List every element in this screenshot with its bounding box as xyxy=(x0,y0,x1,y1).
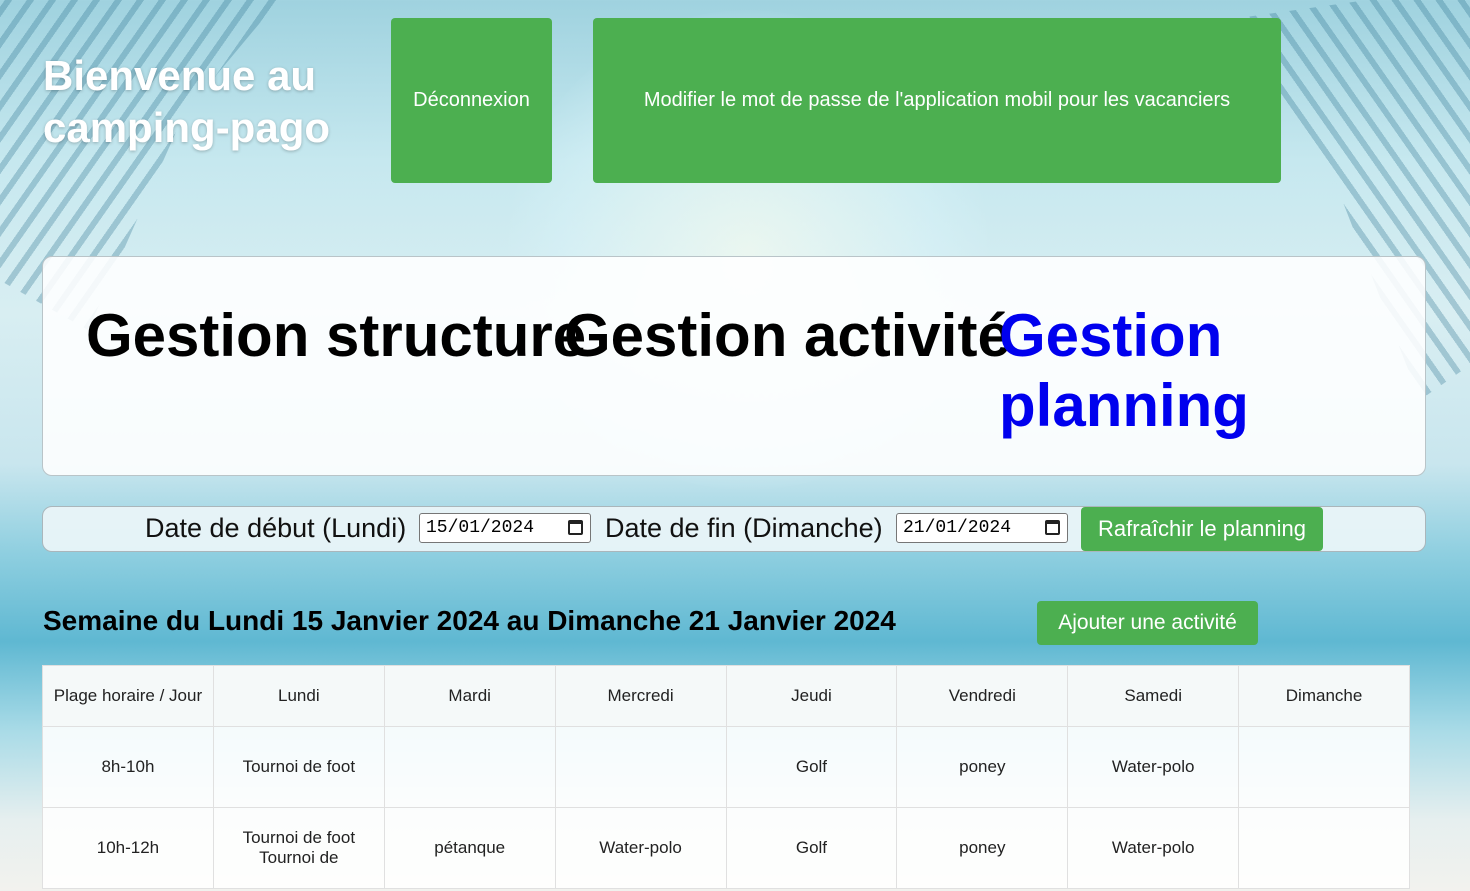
table-row: 10h-12h Tournoi de foot Tournoi de pétan… xyxy=(42,807,1410,889)
activity-cell[interactable]: Tournoi de foot xyxy=(212,726,385,808)
activity-cell[interactable]: Golf xyxy=(725,807,898,889)
nav-gestion-structure[interactable]: Gestion structure xyxy=(86,301,586,371)
page-title: Bienvenue au camping-pago xyxy=(43,52,331,151)
activity-cell[interactable] xyxy=(554,726,727,808)
planning-header-row: Plage horaire / Jour Lundi Mardi Mercred… xyxy=(42,665,1410,727)
start-date-value: 15/01/2024 xyxy=(426,518,535,538)
activity-cell[interactable]: pétanque xyxy=(383,807,556,889)
end-date-label: Date de fin (Dimanche) xyxy=(605,513,883,543)
logout-button[interactable]: Déconnexion xyxy=(391,18,552,183)
activity-cell[interactable]: Water-polo xyxy=(1067,807,1240,889)
change-password-button[interactable]: Modifier le mot de passe de l'applicatio… xyxy=(593,18,1281,183)
nav-gestion-planning[interactable]: Gestion planning xyxy=(999,301,1425,441)
end-date-value: 21/01/2024 xyxy=(903,518,1012,538)
header-samedi: Samedi xyxy=(1067,665,1240,727)
start-date-label: Date de début (Lundi) xyxy=(145,513,407,543)
header-time-slot: Plage horaire / Jour xyxy=(42,665,214,727)
activity-cell[interactable]: Tournoi de foot Tournoi de xyxy=(212,807,385,889)
header-jeudi: Jeudi xyxy=(725,665,898,727)
week-title: Semaine du Lundi 15 Janvier 2024 au Dima… xyxy=(43,605,896,636)
calendar-icon[interactable] xyxy=(568,520,583,535)
calendar-icon[interactable] xyxy=(1045,520,1060,535)
start-date-input[interactable]: 15/01/2024 xyxy=(419,513,591,543)
activity-cell[interactable]: Water-polo xyxy=(1067,726,1240,808)
nav-gestion-activite[interactable]: Gestion activité xyxy=(564,301,1011,371)
time-slot-cell: 10h-12h xyxy=(42,807,214,889)
header-mercredi: Mercredi xyxy=(554,665,727,727)
header-lundi: Lundi xyxy=(212,665,385,727)
table-row: 8h-10h Tournoi de foot Golf poney Water-… xyxy=(42,726,1410,808)
header-dimanche: Dimanche xyxy=(1238,665,1410,727)
add-activity-button[interactable]: Ajouter une activité xyxy=(1037,601,1258,645)
header-vendredi: Vendredi xyxy=(896,665,1069,727)
time-slot-cell: 8h-10h xyxy=(42,726,214,808)
activity-cell[interactable]: Water-polo xyxy=(554,807,727,889)
activity-cell[interactable] xyxy=(1238,726,1410,808)
end-date-input[interactable]: 21/01/2024 xyxy=(896,513,1068,543)
activity-cell[interactable] xyxy=(383,726,556,808)
activity-cell[interactable]: Golf xyxy=(725,726,898,808)
management-nav: Gestion structure Gestion activité Gesti… xyxy=(42,256,1426,476)
activity-cell[interactable] xyxy=(1238,807,1410,889)
header-mardi: Mardi xyxy=(383,665,556,727)
planning-table: Plage horaire / Jour Lundi Mardi Mercred… xyxy=(42,665,1410,889)
activity-cell[interactable]: poney xyxy=(896,807,1069,889)
activity-cell[interactable]: poney xyxy=(896,726,1069,808)
refresh-planning-button[interactable]: Rafraîchir le planning xyxy=(1081,507,1323,551)
